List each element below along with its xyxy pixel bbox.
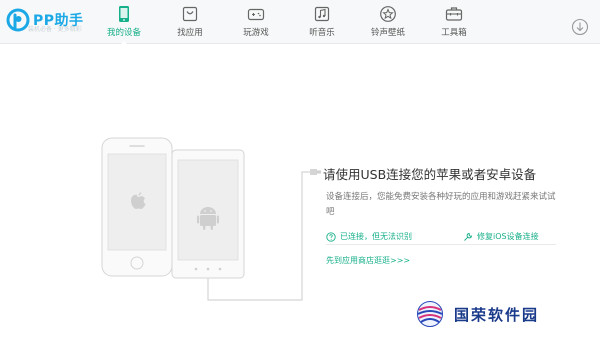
gamepad-icon — [247, 8, 265, 21]
app-window: PP助手 装机必备 · 更多精彩 我的设备 找应用 玩游戏 听音乐 铃声壁纸 工… — [0, 0, 600, 339]
music-note-icon — [314, 6, 330, 22]
nav-item-music[interactable]: 听音乐 — [292, 0, 352, 44]
nav-item-my-device[interactable]: 我的设备 — [94, 0, 154, 44]
nav-item-label: 铃声壁纸 — [370, 28, 405, 38]
wrench-icon — [464, 232, 473, 241]
nav-item-toolbox[interactable]: 工具箱 — [424, 0, 484, 44]
connected-unrecognized-label: 已连接，但无法识别 — [340, 232, 412, 241]
star-icon — [380, 6, 396, 22]
iphone-illustration — [101, 137, 173, 277]
watermark: 国荣软件园 — [416, 300, 539, 328]
logo-subtitle: 装机必备 · 更多精彩 — [28, 26, 82, 33]
connect-instruction-description: 设备连接后，您能免费安装各种好玩的应用和游戏赶紧来试试吧 — [326, 192, 556, 217]
repair-ios-connection-link[interactable]: 修复iOS设备连接 — [463, 231, 539, 242]
connected-unrecognized-link[interactable]: 已连接，但无法识别 — [326, 231, 412, 242]
nav-item-play-games[interactable]: 玩游戏 — [226, 0, 286, 44]
phone-icon — [119, 6, 129, 22]
top-navigation-bar: PP助手 装机必备 · 更多精彩 我的设备 找应用 玩游戏 听音乐 铃声壁纸 工… — [0, 0, 600, 44]
connection-status-row: 已连接，但无法识别 修复iOS设备连接 — [326, 227, 556, 245]
download-icon[interactable] — [571, 18, 589, 36]
app-store-browse-link[interactable]: 先到应用商店逛逛>>> — [326, 255, 410, 266]
globe-logo-icon — [417, 301, 443, 327]
watermark-text: 国荣软件园 — [454, 305, 540, 324]
nav-item-label: 我的设备 — [106, 28, 141, 38]
pp-logo-icon — [6, 8, 30, 32]
nav-item-label: 工具箱 — [441, 28, 467, 38]
connect-instruction-title: 请使用USB连接您的苹果或者安卓设备 — [323, 167, 537, 182]
question-circle-icon — [326, 231, 336, 242]
repair-ios-label: 修复iOS设备连接 — [477, 232, 539, 241]
android-phone-illustration — [171, 149, 245, 279]
nav-item-ringtones-wallpapers[interactable]: 铃声壁纸 — [358, 0, 418, 44]
nav-item-label: 玩游戏 — [243, 28, 269, 38]
device-illustration — [101, 137, 321, 301]
nav-item-label: 听音乐 — [309, 28, 335, 38]
nav-item-label: 找应用 — [177, 28, 203, 38]
toolbox-icon — [445, 7, 463, 21]
nav-item-find-apps[interactable]: 找应用 — [160, 0, 220, 44]
app-bag-icon — [182, 6, 198, 22]
